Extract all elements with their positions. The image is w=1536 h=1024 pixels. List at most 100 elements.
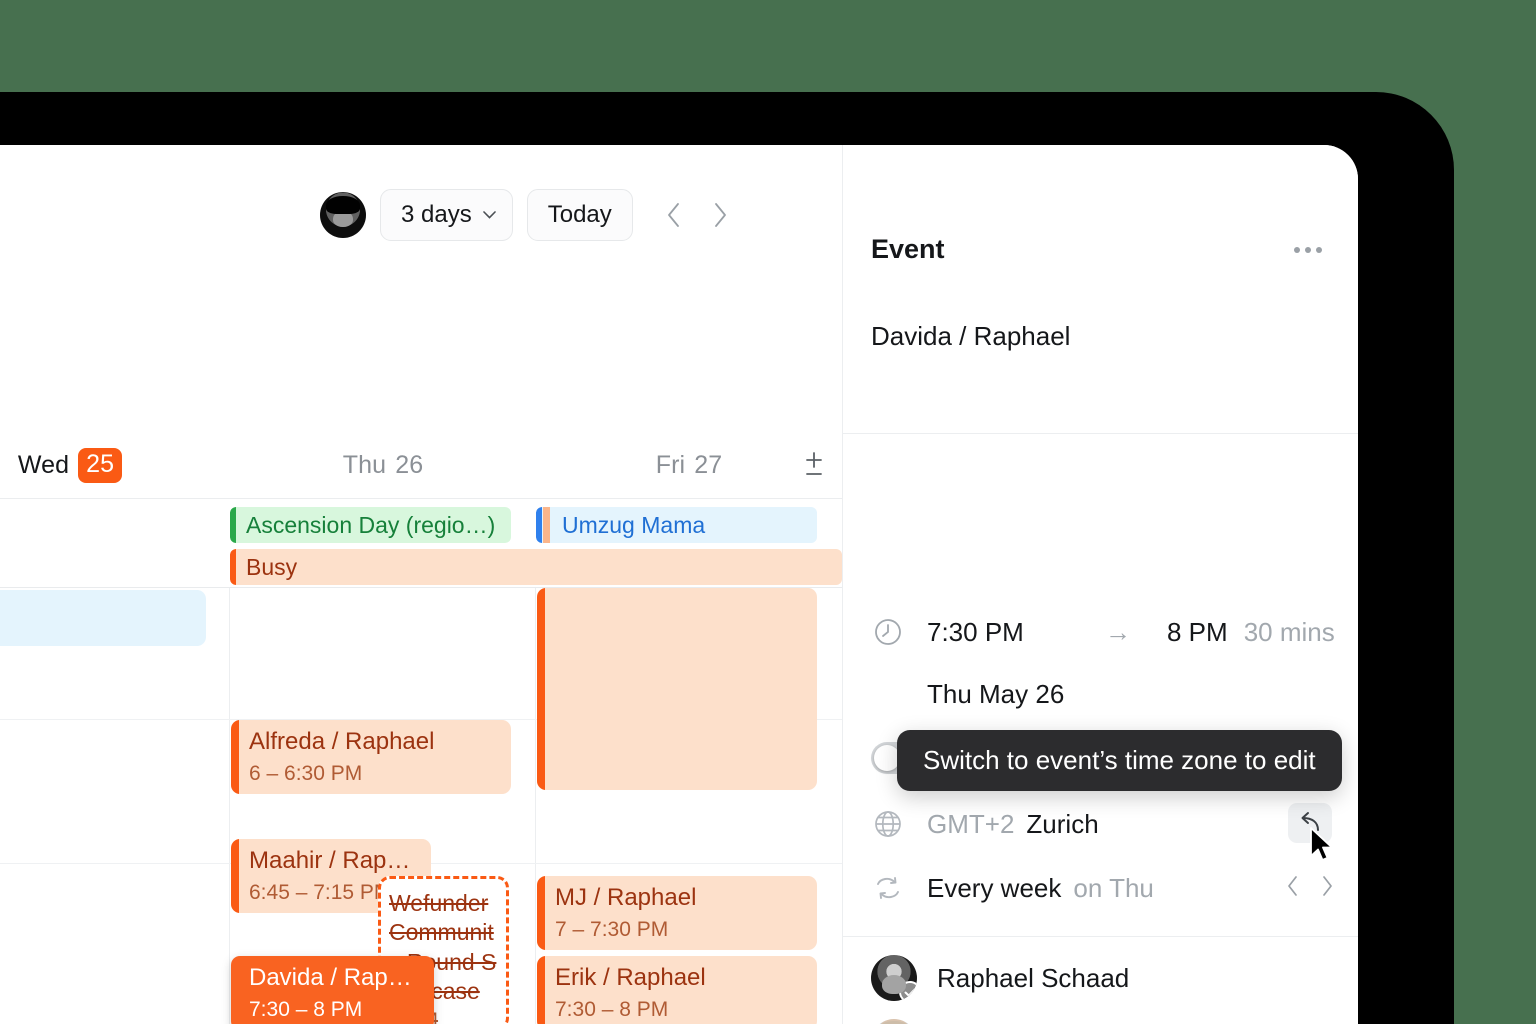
recurrence-nav bbox=[1286, 875, 1334, 902]
event-erik-raphael[interactable]: Erik / Raphael 7:30 – 8 PM bbox=[537, 956, 817, 1024]
event-date-row[interactable]: Thu May 26 bbox=[927, 679, 1064, 710]
event-mj-time: 7 – 7:30 PM bbox=[555, 917, 669, 941]
day-header-fri[interactable]: Fri 27 bbox=[536, 431, 842, 499]
event-accent-bar bbox=[230, 507, 236, 543]
event-end-time[interactable]: 8 PM bbox=[1167, 617, 1228, 648]
calendar-toolbar: 3 days Today bbox=[0, 145, 842, 285]
event-date: Thu May 26 bbox=[927, 679, 1065, 709]
clock-icon bbox=[871, 615, 905, 649]
event-duration: 30 mins bbox=[1243, 616, 1335, 647]
chevron-right-icon bbox=[1323, 876, 1332, 896]
dot bbox=[1294, 247, 1300, 253]
event-secondary-bar bbox=[543, 507, 550, 543]
prev-period-button[interactable] bbox=[659, 200, 689, 230]
event-accent-bar bbox=[537, 956, 545, 1024]
event-accent-bar bbox=[536, 507, 542, 543]
allday-event-busy-title: Busy bbox=[246, 553, 298, 580]
day-header-wed-daynum: 25 bbox=[78, 447, 123, 483]
day-header-wed-weekday: Wed bbox=[17, 450, 70, 479]
recurrence-detail: on Thu bbox=[1073, 872, 1154, 903]
accepted-check-icon bbox=[899, 981, 917, 1001]
date-nav bbox=[659, 200, 735, 230]
event-alfreda-time: 6 – 6:30 PM bbox=[249, 761, 363, 785]
time-grid: 30 PM Alfreda / Raphael 6 – 6:30 PM Maah… bbox=[0, 588, 842, 1024]
recurrence-label[interactable]: Every week bbox=[927, 873, 1061, 904]
day-header-thu-daynum: 26 bbox=[395, 450, 424, 479]
day-header-row: Wed 25 Thu 26 Fri 27 bbox=[0, 431, 842, 499]
timezone-city[interactable]: Zurich bbox=[1026, 809, 1098, 840]
allday-event-umzug[interactable]: Umzug Mama bbox=[536, 507, 817, 543]
zoom-plusminus-icon[interactable] bbox=[799, 449, 829, 481]
undo-arrow-icon bbox=[1301, 812, 1319, 831]
all-day-section: Ascension Day (regio…) Umzug Mama Busy bbox=[0, 500, 842, 588]
arrow-right-icon: → bbox=[1105, 616, 1131, 647]
participant-row-raphael[interactable]: Raphael Schaad bbox=[871, 955, 1129, 1001]
event-mj-title: MJ / Raphael bbox=[555, 884, 697, 911]
allday-event-ascension[interactable]: Ascension Day (regio…) bbox=[230, 507, 511, 543]
calendar-area: 3 days Today Wed 25 Thu 26 Fri 27 Ascens… bbox=[0, 145, 842, 1024]
event-erik-time: 7:30 – 8 PM bbox=[555, 997, 669, 1021]
event-wed-blue-title: 30 PM bbox=[0, 590, 206, 631]
event-mj-raphael[interactable]: MJ / Raphael 7 – 7:30 PM bbox=[537, 876, 817, 950]
event-davida-raphael-selected[interactable]: Davida / Raph… 7:30 – 8 PM bbox=[231, 956, 434, 1024]
event-title-field[interactable]: Davida / Raphael bbox=[871, 321, 1311, 352]
dot bbox=[1305, 247, 1311, 253]
today-label: Today bbox=[547, 201, 612, 228]
plus-minus-glyph bbox=[806, 452, 822, 475]
timezone-tooltip: Switch to event’s time zone to edit bbox=[897, 730, 1342, 791]
event-accent-bar bbox=[231, 720, 239, 794]
panel-divider bbox=[843, 433, 1358, 434]
day-header-thu-weekday: Thu bbox=[342, 450, 387, 479]
app-window: 3 days Today Wed 25 Thu 26 Fri 27 Ascens… bbox=[0, 145, 1358, 1024]
participant-name: Raphael Schaad bbox=[937, 962, 1130, 993]
avatar bbox=[871, 955, 917, 1001]
day-header-thu[interactable]: Thu 26 bbox=[230, 431, 536, 499]
next-period-button[interactable] bbox=[705, 200, 735, 230]
event-start-time[interactable]: 7:30 PM bbox=[927, 617, 1105, 648]
panel-divider bbox=[843, 936, 1358, 937]
chevron-down-icon bbox=[482, 211, 496, 219]
panel-header: Event bbox=[843, 145, 1358, 291]
event-accent-bar bbox=[231, 839, 239, 913]
chevron-left-icon bbox=[667, 203, 679, 227]
recurrence-prev-button[interactable] bbox=[1286, 875, 1299, 902]
event-accent-bar bbox=[537, 876, 545, 950]
event-timezone-row: GMT+2 Zurich bbox=[871, 807, 1099, 841]
recurrence-next-button[interactable] bbox=[1321, 875, 1334, 902]
day-header-fri-daynum: 27 bbox=[694, 450, 723, 479]
revert-timezone-button[interactable] bbox=[1288, 803, 1332, 843]
avatar[interactable] bbox=[320, 192, 366, 238]
allday-event-busy[interactable]: Busy bbox=[230, 549, 842, 585]
grid-column-divider bbox=[229, 588, 230, 1024]
day-header-fri-weekday: Fri bbox=[655, 450, 686, 479]
avatar bbox=[871, 1019, 917, 1024]
allday-event-ascension-title: Ascension Day (regio…) bbox=[246, 511, 496, 538]
today-button[interactable]: Today bbox=[526, 189, 633, 241]
globe-icon bbox=[871, 807, 905, 841]
panel-title: Event bbox=[871, 234, 945, 264]
event-alfreda-raphael[interactable]: Alfreda / Raphael 6 – 6:30 PM bbox=[231, 720, 511, 794]
event-accent-bar bbox=[537, 588, 545, 790]
event-alfreda-title: Alfreda / Raphael bbox=[249, 728, 435, 755]
chevron-left-icon bbox=[1288, 876, 1297, 896]
repeat-icon bbox=[871, 871, 905, 905]
participant-row-davida[interactable]: Davida Hume bbox=[871, 1019, 1095, 1024]
grid-column-divider bbox=[535, 588, 536, 1024]
event-erik-title: Erik / Raphael bbox=[555, 964, 706, 991]
event-recurrence-row: Every week on Thu bbox=[871, 871, 1154, 905]
chevron-right-icon bbox=[714, 203, 726, 227]
view-range-dropdown[interactable]: 3 days bbox=[380, 189, 513, 241]
event-maahir-title: Maahir / Raph… bbox=[249, 847, 421, 874]
event-accent-bar bbox=[230, 549, 236, 585]
event-fri-untitled-block[interactable] bbox=[537, 588, 817, 790]
allday-event-umzug-title: Umzug Mama bbox=[562, 511, 706, 538]
event-davida-title: Davida / Raph… bbox=[249, 964, 424, 991]
more-options-icon[interactable] bbox=[1286, 235, 1330, 265]
event-davida-time: 7:30 – 8 PM bbox=[249, 997, 363, 1021]
event-time-row: 7:30 PM → 8 PM 30 mins bbox=[871, 615, 1335, 649]
dot bbox=[1316, 247, 1322, 253]
event-wed-blue-partial[interactable]: 30 PM bbox=[0, 590, 206, 646]
day-header-wed[interactable]: Wed 25 bbox=[0, 431, 230, 499]
timezone-offset: GMT+2 bbox=[927, 808, 1015, 839]
view-range-label: 3 days bbox=[401, 201, 472, 228]
